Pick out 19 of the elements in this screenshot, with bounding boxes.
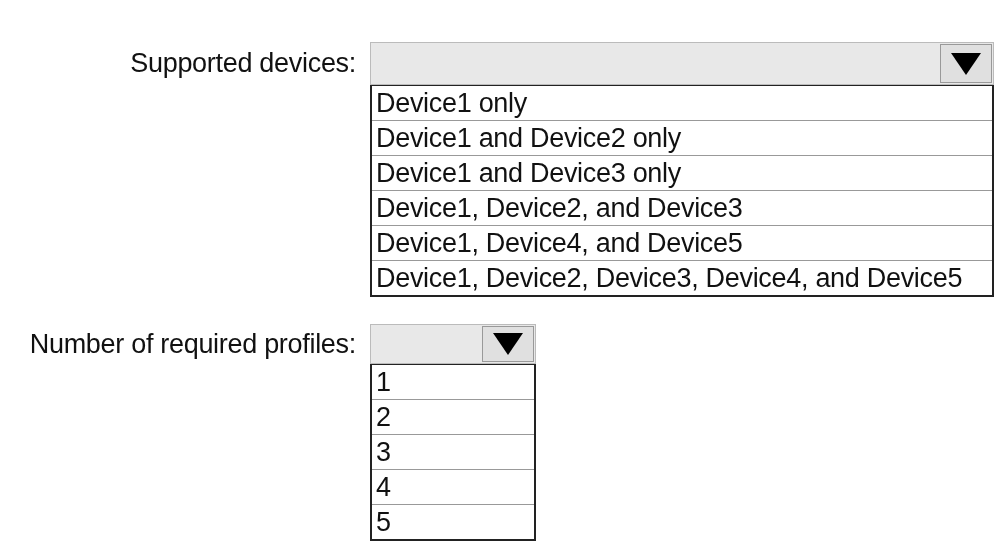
caret-icon bbox=[493, 333, 523, 355]
caret-icon bbox=[951, 52, 981, 75]
dropdown-option[interactable]: Device1, Device2, Device3, Device4, and Device5 bbox=[372, 261, 992, 295]
dropdown-option[interactable]: 2 bbox=[372, 400, 534, 435]
dropdown-option[interactable]: Device1 only bbox=[372, 86, 992, 121]
dropdown-button[interactable] bbox=[940, 44, 992, 83]
dropdown-button[interactable] bbox=[482, 326, 534, 362]
question-label: Supported devices: bbox=[130, 47, 357, 80]
dropdown-option[interactable]: Device1 and Device3 only bbox=[372, 156, 992, 191]
dropdown-option[interactable]: 1 bbox=[372, 365, 534, 400]
dropdown-field[interactable] bbox=[370, 324, 536, 364]
dropdown-option[interactable]: Device1 and Device2 only bbox=[372, 121, 992, 156]
dropdown-option[interactable]: Device1, Device2, and Device3 bbox=[372, 191, 992, 226]
dropdown-option[interactable]: Device1, Device4, and Device5 bbox=[372, 226, 992, 261]
question-label: Number of required profiles: bbox=[29, 328, 357, 361]
dropdown-option[interactable]: 3 bbox=[372, 435, 534, 470]
dropdown-option[interactable]: 4 bbox=[372, 470, 534, 505]
dropdown-field[interactable] bbox=[370, 42, 994, 85]
dropdown-option[interactable]: 5 bbox=[372, 505, 534, 539]
